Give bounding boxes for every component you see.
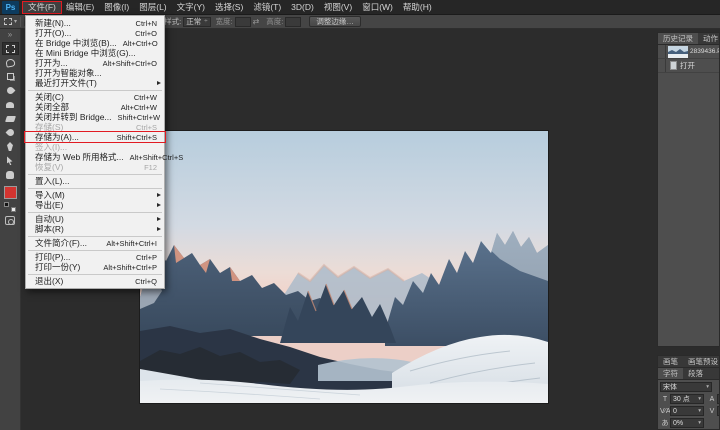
chevron-down-icon: ▾ [698, 420, 701, 426]
menu-3d[interactable]: 3D(D) [286, 1, 319, 14]
snapshot-filename: 2839436.PNG [690, 48, 719, 55]
quick-mask-icon[interactable] [5, 216, 15, 225]
height-label: 高度: [266, 16, 283, 27]
chevron-down-icon: ▾ [698, 396, 701, 402]
brush-panel-tabs: 画笔 画笔预设 [657, 355, 720, 367]
menu-item-print-one-copy[interactable]: 打印一份(Y) Alt+Shift+Ctrl+P [26, 262, 164, 272]
snapshot-thumbnail [668, 46, 688, 58]
swap-dimensions-icon[interactable]: ⇄ [253, 17, 260, 26]
menu-image[interactable]: 图像(I) [99, 1, 134, 14]
history-panel-tabs: 历史记录 动作 [657, 32, 720, 44]
tab-actions[interactable]: 动作 [698, 33, 720, 44]
chevron-down-icon: ▾ [14, 18, 17, 25]
menu-item-export[interactable]: 导出(E) [26, 200, 164, 210]
history-states: 打开 [658, 59, 719, 73]
font-family-dropdown[interactable]: 宋体 ▾ [660, 382, 712, 392]
history-snapshot-row[interactable]: 2839436.PNG [658, 45, 719, 59]
lasso-tool[interactable] [2, 56, 19, 69]
font-size-dropdown[interactable]: 30 点 ▾ [670, 394, 704, 404]
file-menu-dropdown: 新建(N)... Ctrl+N 打开(O)... Ctrl+O 在 Bridge… [25, 15, 165, 289]
photoshop-logo: Ps [2, 1, 19, 14]
tab-character[interactable]: 字符 [658, 368, 683, 379]
blur-tool[interactable] [2, 126, 19, 139]
menu-item-revert[interactable]: 恢复(V) F12 [26, 162, 164, 172]
photoshop-window: Ps 文件(F) 编辑(E) 图像(I) 图层(L) 文字(Y) [0, 0, 720, 430]
history-state-open[interactable]: 打开 [658, 59, 719, 73]
tracking-icon: V [707, 408, 717, 415]
menu-item-exit[interactable]: 退出(X) Ctrl+Q [26, 276, 164, 286]
history-brush-source-column[interactable] [658, 59, 666, 72]
menu-filter[interactable]: 滤镜(T) [248, 1, 286, 14]
tab-paragraph[interactable]: 段落 [683, 368, 708, 379]
path-selection-tool[interactable] [2, 154, 19, 167]
menu-bar-items: 文件(F) 编辑(E) 图像(I) 图层(L) 文字(Y) 选择(S) [23, 0, 437, 15]
tool-list [2, 42, 19, 182]
chevron-down-icon: ▾ [706, 384, 709, 390]
background-color-mini-swatch [11, 207, 16, 212]
height-input[interactable] [285, 17, 301, 27]
style-dropdown[interactable]: 正常 ÷ [183, 17, 210, 27]
menu-file[interactable]: 文件(F) [23, 1, 61, 14]
menu-layer[interactable]: 图层(L) [134, 1, 171, 14]
kerning-dropdown[interactable]: 0 ▾ [670, 406, 704, 416]
menu-window[interactable]: 窗口(W) [357, 1, 398, 14]
divider [20, 17, 21, 27]
history-panel: 历史记录 动作 2839436.PNG 打开 [657, 32, 720, 347]
character-panel: 字符 段落 宋体 ▾ T 30 点 ▾ A V [657, 367, 720, 430]
leading-icon: A [707, 396, 717, 403]
hand-tool[interactable] [2, 168, 19, 181]
rectangular-marquee-tool[interactable] [2, 42, 19, 55]
character-panel-tabs: 字符 段落 [657, 367, 720, 379]
proportional-spacing-icon: あ [660, 418, 670, 428]
mountain-photo [140, 131, 548, 403]
character-panel-body: 宋体 ▾ T 30 点 ▾ A V⁄A 0 ▾ V [657, 379, 720, 430]
pen-tool[interactable] [2, 140, 19, 153]
tools-panel: » [0, 29, 21, 430]
kerning-icon: V⁄A [660, 408, 670, 415]
eyedropper-tool[interactable] [2, 84, 19, 97]
chevron-down-icon: ▾ [698, 408, 701, 414]
foreground-color-mini-swatch [4, 202, 9, 207]
menu-edit[interactable]: 编辑(E) [61, 1, 99, 14]
brush-panel-group: 画笔 画笔预设 [657, 355, 720, 367]
crop-tool[interactable] [2, 70, 19, 83]
proportional-spacing-dropdown[interactable]: 0% ▾ [670, 418, 704, 428]
menu-item-file-info[interactable]: 文件简介(F)... Alt+Shift+Ctrl+I [26, 238, 164, 248]
width-input[interactable] [235, 17, 251, 27]
menu-item-place[interactable]: 置入(L)... [26, 176, 164, 186]
menu-item-scripts[interactable]: 脚本(R) [26, 224, 164, 234]
menu-select[interactable]: 选择(S) [210, 1, 248, 14]
file-page-icon [670, 61, 677, 70]
menu-help[interactable]: 帮助(H) [398, 1, 437, 14]
tool-preset-picker[interactable]: ▾ [4, 18, 17, 25]
menu-view[interactable]: 视图(V) [319, 1, 357, 14]
font-size-icon: T [660, 396, 670, 403]
menu-bar: Ps 文件(F) 编辑(E) 图像(I) 图层(L) 文字(Y) [0, 0, 720, 15]
history-brush-source-column[interactable] [658, 45, 666, 58]
refine-edge-button[interactable]: 调整边缘… [309, 16, 361, 27]
default-colors-icon[interactable] [4, 202, 16, 212]
clone-stamp-tool[interactable] [2, 98, 19, 111]
rectangular-marquee-icon [4, 18, 12, 25]
tab-brush[interactable]: 画笔 [658, 356, 683, 367]
collapse-panel-icon[interactable]: » [8, 31, 12, 39]
foreground-color-swatch[interactable] [4, 186, 17, 199]
style-label: 样式: [164, 16, 181, 27]
width-label: 宽度: [216, 16, 233, 27]
menu-item-open-recent[interactable]: 最近打开文件(T) [26, 78, 164, 88]
tab-history[interactable]: 历史记录 [658, 33, 698, 44]
menu-type[interactable]: 文字(Y) [172, 1, 210, 14]
document-canvas[interactable] [140, 131, 548, 403]
history-panel-body: 2839436.PNG 打开 [657, 44, 720, 347]
tab-brush-presets[interactable]: 画笔预设 [683, 356, 720, 367]
chevron-down-icon: ÷ [204, 19, 207, 25]
eraser-tool[interactable] [2, 112, 19, 125]
